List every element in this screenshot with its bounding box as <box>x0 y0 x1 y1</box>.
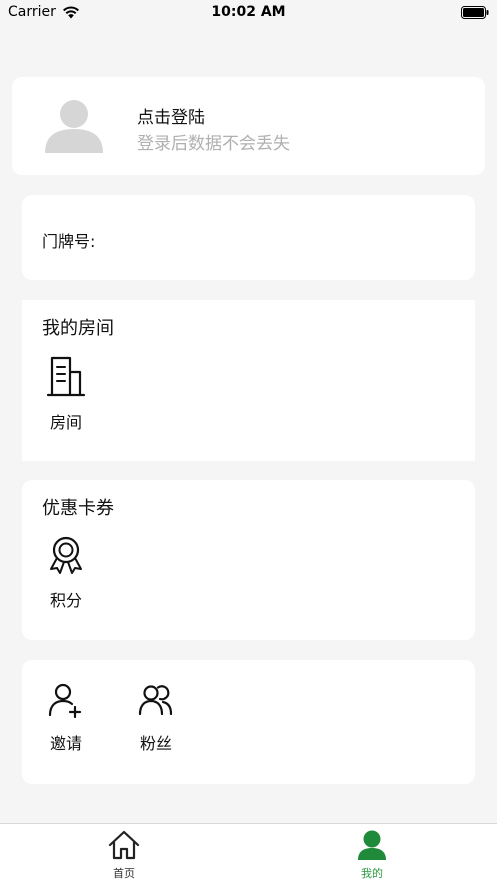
battery-icon <box>461 6 489 23</box>
status-time: 10:02 AM <box>211 4 286 20</box>
fans-tile-label: 粉丝 <box>139 734 172 753</box>
award-icon <box>50 536 82 574</box>
tab-home[interactable]: 首页 <box>94 830 154 881</box>
invite-tile-label: 邀请 <box>49 734 82 753</box>
building-icon <box>46 356 86 397</box>
points-tile-label: 积分 <box>49 591 82 610</box>
add-user-icon <box>48 683 82 718</box>
login-subtitle: 登录后数据不会丢失 <box>137 134 290 154</box>
home-icon <box>108 830 140 860</box>
profile-screen: Carrier 10:02 AM 点击登陆 登录后数据不会丢失 门牌号: 我的房… <box>0 0 497 883</box>
tab-mine-label: 我的 <box>361 867 383 880</box>
door-number-label: 门牌号: <box>42 232 96 251</box>
section-title-rooms: 我的房间 <box>42 318 114 339</box>
person-icon <box>358 830 386 860</box>
my-rooms-section: 我的房间 房间 <box>22 300 475 461</box>
login-title[interactable]: 点击登陆 <box>137 103 205 128</box>
social-section: 邀请 粉丝 <box>22 660 475 784</box>
rooms-tile[interactable]: 房间 <box>41 355 91 433</box>
coupons-section: 优惠卡券 积分 <box>22 480 475 640</box>
fans-tile[interactable]: 粉丝 <box>131 682 181 754</box>
users-icon <box>138 685 173 716</box>
login-card[interactable]: 点击登陆 登录后数据不会丢失 <box>12 77 485 175</box>
section-title-coupons: 优惠卡券 <box>42 498 114 519</box>
avatar-icon <box>45 100 103 153</box>
invite-tile[interactable]: 邀请 <box>41 682 91 754</box>
status-bar: Carrier 10:02 AM <box>0 0 497 26</box>
points-tile[interactable]: 积分 <box>41 535 91 611</box>
tab-bar: 首页 我的 <box>0 823 497 883</box>
tab-home-label: 首页 <box>113 867 135 880</box>
rooms-tile-label: 房间 <box>49 413 82 432</box>
door-number-card[interactable]: 门牌号: <box>22 195 475 280</box>
tab-mine[interactable]: 我的 <box>342 830 402 881</box>
